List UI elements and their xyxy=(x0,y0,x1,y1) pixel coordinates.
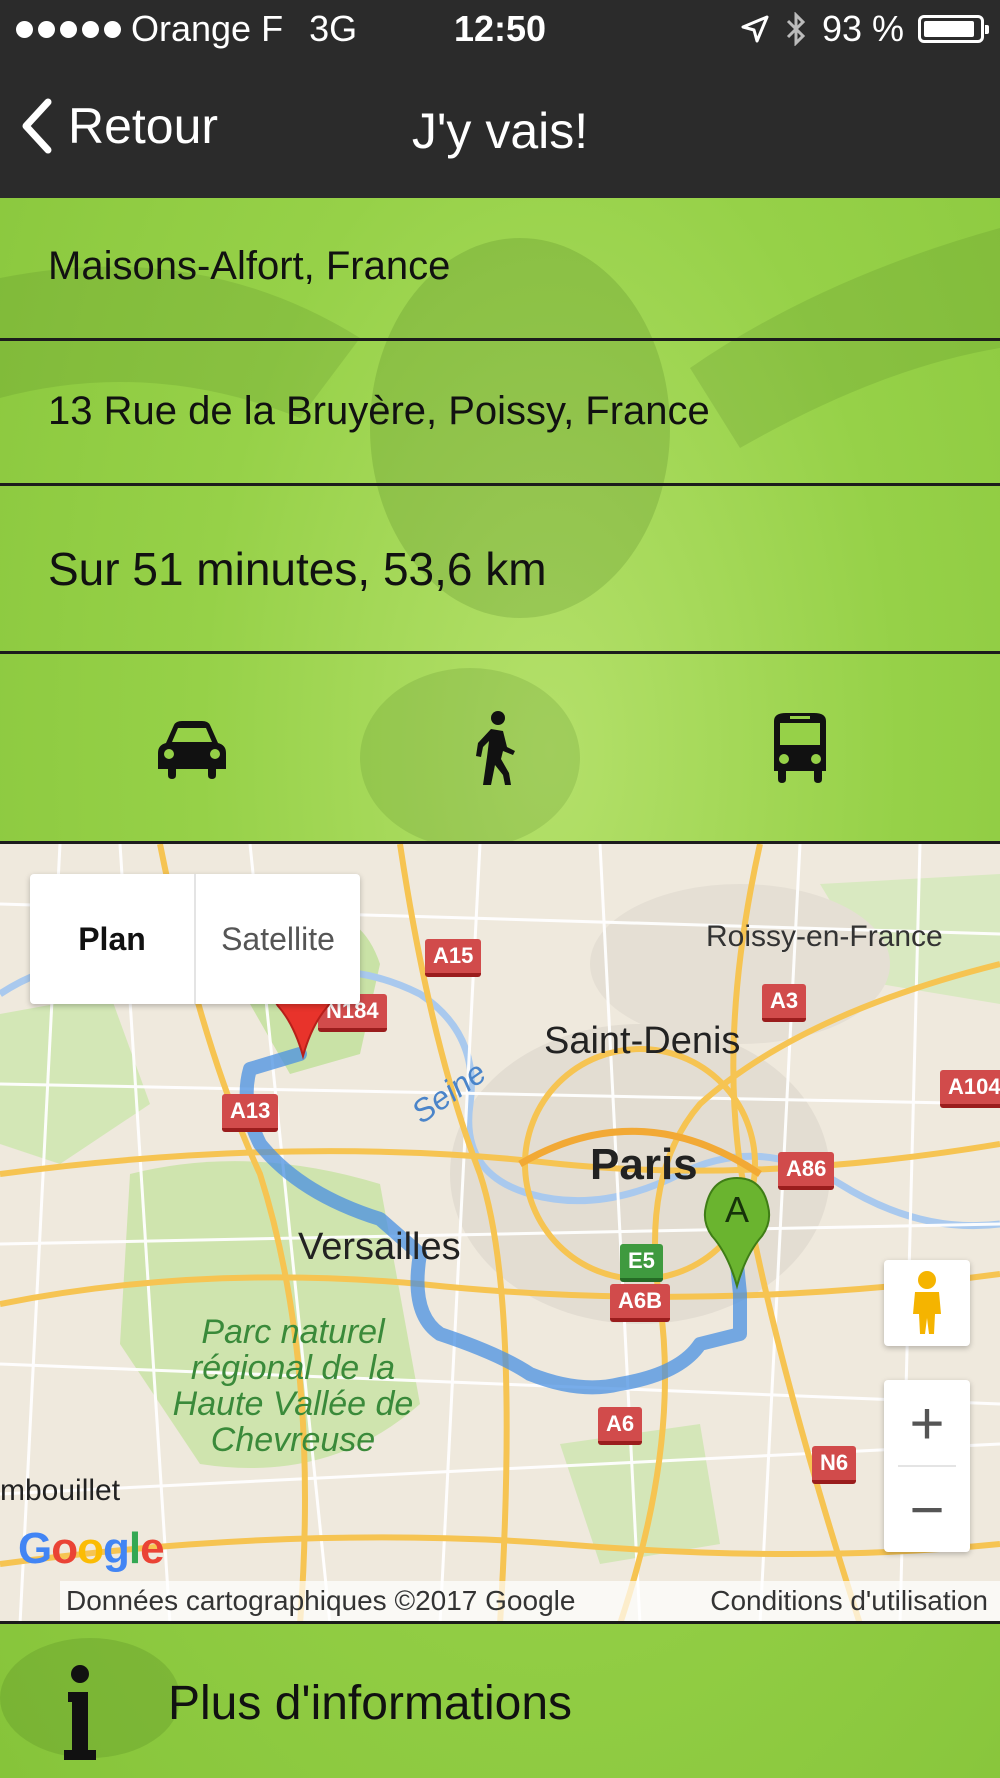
map-data-credit: Données cartographiques ©2017 Google xyxy=(66,1585,576,1616)
origin-marker-a[interactable]: A xyxy=(702,1174,772,1290)
car-mode-button[interactable] xyxy=(152,709,232,789)
road-shield: A104 xyxy=(940,1070,1000,1108)
destination-field[interactable]: 13 Rue de la Bruyère, Poissy, France xyxy=(0,341,1000,486)
transport-mode-selector xyxy=(0,654,1000,844)
zoom-control: + − xyxy=(884,1380,970,1552)
route-map[interactable]: A15 N184 A13 A3 A104 A86 E5 A6B A6 N6 Ro… xyxy=(0,844,1000,1624)
place-label: Roissy-en-France xyxy=(706,920,943,953)
park-label: Parc naturel régional de la Haute Vallée… xyxy=(172,1313,414,1459)
place-label: Versailles xyxy=(298,1226,461,1268)
place-label: Saint-Denis xyxy=(544,1020,741,1062)
car-icon xyxy=(158,721,226,779)
route-summary-text: Sur 51 minutes, 53,6 km xyxy=(48,543,547,595)
terms-link[interactable]: Conditions d'utilisation xyxy=(710,1585,988,1617)
battery-icon xyxy=(918,15,989,43)
place-label: mbouillet xyxy=(0,1474,121,1507)
walk-mode-button[interactable] xyxy=(455,709,535,789)
pegman-icon xyxy=(913,1271,941,1334)
map-type-satellite-button[interactable]: Satellite xyxy=(196,874,360,1004)
place-label: Paris xyxy=(590,1140,698,1189)
zoom-in-button[interactable]: + xyxy=(884,1380,970,1466)
map-type-plan-button[interactable]: Plan xyxy=(30,874,196,1004)
more-info-button[interactable]: Plus d'informations xyxy=(0,1624,1000,1778)
origin-field[interactable]: Maisons-Alfort, France xyxy=(0,198,1000,341)
location-arrow-icon xyxy=(741,15,769,43)
road-shield: A6 xyxy=(598,1407,643,1445)
bus-icon xyxy=(774,713,826,783)
road-shield: A15 xyxy=(425,939,482,977)
road-shield: N6 xyxy=(812,1446,857,1484)
bus-mode-button[interactable] xyxy=(760,709,840,789)
battery-percent: 93 % xyxy=(821,8,904,49)
bluetooth-icon xyxy=(786,12,806,46)
status-right: 93 % xyxy=(740,8,989,50)
more-info-label: Plus d'informations xyxy=(168,1677,573,1730)
map-type-toggle: Plan Satellite xyxy=(30,874,360,1004)
status-bar: Orange F 3G 12:50 93 % xyxy=(0,0,1000,58)
street-view-button[interactable] xyxy=(884,1260,970,1346)
page-title: J'y vais! xyxy=(411,103,589,159)
navigation-bar: Retour J'y vais! xyxy=(0,58,1000,198)
road-shield: A6B xyxy=(610,1284,671,1322)
destination-value: 13 Rue de la Bruyère, Poissy, France xyxy=(48,389,710,433)
map-attribution: Données cartographiques ©2017 Google Con… xyxy=(60,1581,1000,1621)
road-shield: A86 xyxy=(778,1152,835,1190)
origin-value: Maisons-Alfort, France xyxy=(48,244,451,288)
road-shield: A13 xyxy=(222,1094,279,1132)
route-summary: Sur 51 minutes, 53,6 km xyxy=(0,486,1000,654)
zoom-out-button[interactable]: − xyxy=(884,1466,970,1552)
road-shield: E5 xyxy=(620,1244,663,1282)
road-shield: A3 xyxy=(762,984,807,1022)
google-logo: Google xyxy=(18,1524,165,1573)
marker-a-letter: A xyxy=(725,1189,749,1230)
info-icon xyxy=(64,1665,96,1760)
walk-icon xyxy=(476,711,515,785)
